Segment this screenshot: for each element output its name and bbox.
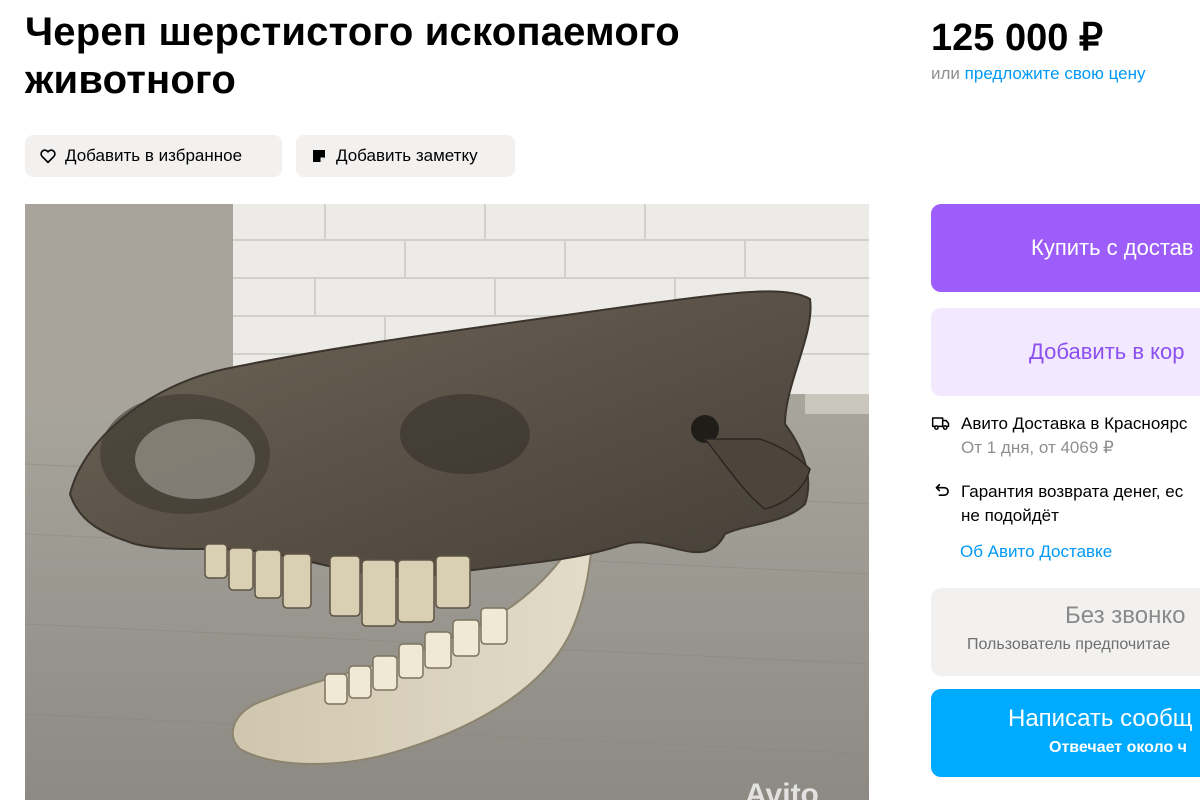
note-label: Добавить заметку xyxy=(336,146,478,165)
delivery-info: Авито Доставка в Красноярс От 1 дня, от … xyxy=(931,412,1187,460)
heart-icon xyxy=(40,149,56,164)
buy-with-delivery-label: Купить с достав xyxy=(1031,235,1194,260)
note-icon xyxy=(313,150,325,162)
guarantee-line-2: не подойдёт xyxy=(961,506,1059,525)
add-to-favorites-button[interactable]: Добавить в избранное xyxy=(25,135,282,177)
skull-photo: Avito xyxy=(25,204,869,800)
add-to-cart-label: Добавить в кор xyxy=(1029,339,1185,364)
add-to-cart-button[interactable]: Добавить в кор xyxy=(931,308,1200,396)
return-icon xyxy=(935,483,949,496)
buy-with-delivery-button[interactable]: Купить с достав xyxy=(931,204,1200,292)
avito-watermark: Avito xyxy=(745,778,819,800)
listing-photo[interactable]: Avito xyxy=(25,204,869,800)
price-offer: или предложите свою цену xyxy=(931,64,1146,84)
write-message-title: Написать сообщ xyxy=(1008,705,1193,732)
offer-prefix: или xyxy=(931,64,960,83)
write-message-button[interactable]: Написать сообщ Отвечает около ч xyxy=(931,689,1200,777)
favorite-label: Добавить в избранное xyxy=(65,146,243,165)
write-message-subtitle: Отвечает около ч xyxy=(1049,739,1187,756)
offer-price-link[interactable]: предложите свою цену xyxy=(965,64,1146,83)
truck-icon xyxy=(931,417,950,430)
price: 125 000 ₽ xyxy=(931,17,1104,59)
about-avito-delivery-link[interactable]: Об Авито Доставке xyxy=(960,542,1112,562)
guarantee-info: Гарантия возврата денег, ес не подойдёт xyxy=(931,480,1183,528)
guarantee-line-1: Гарантия возврата денег, ес xyxy=(961,482,1184,501)
add-note-button[interactable]: Добавить заметку xyxy=(296,135,515,177)
listing-title: Череп шерстистого ископаемого животного xyxy=(25,10,680,102)
no-calls-subtitle: Пользователь предпочитае xyxy=(967,636,1171,653)
no-calls-panel: Без звонко Пользователь предпочитае xyxy=(931,588,1200,676)
delivery-title: Авито Доставка в Красноярс xyxy=(961,414,1188,433)
no-calls-title: Без звонко xyxy=(1065,602,1186,629)
delivery-details: От 1 дня, от 4069 ₽ xyxy=(961,438,1114,457)
